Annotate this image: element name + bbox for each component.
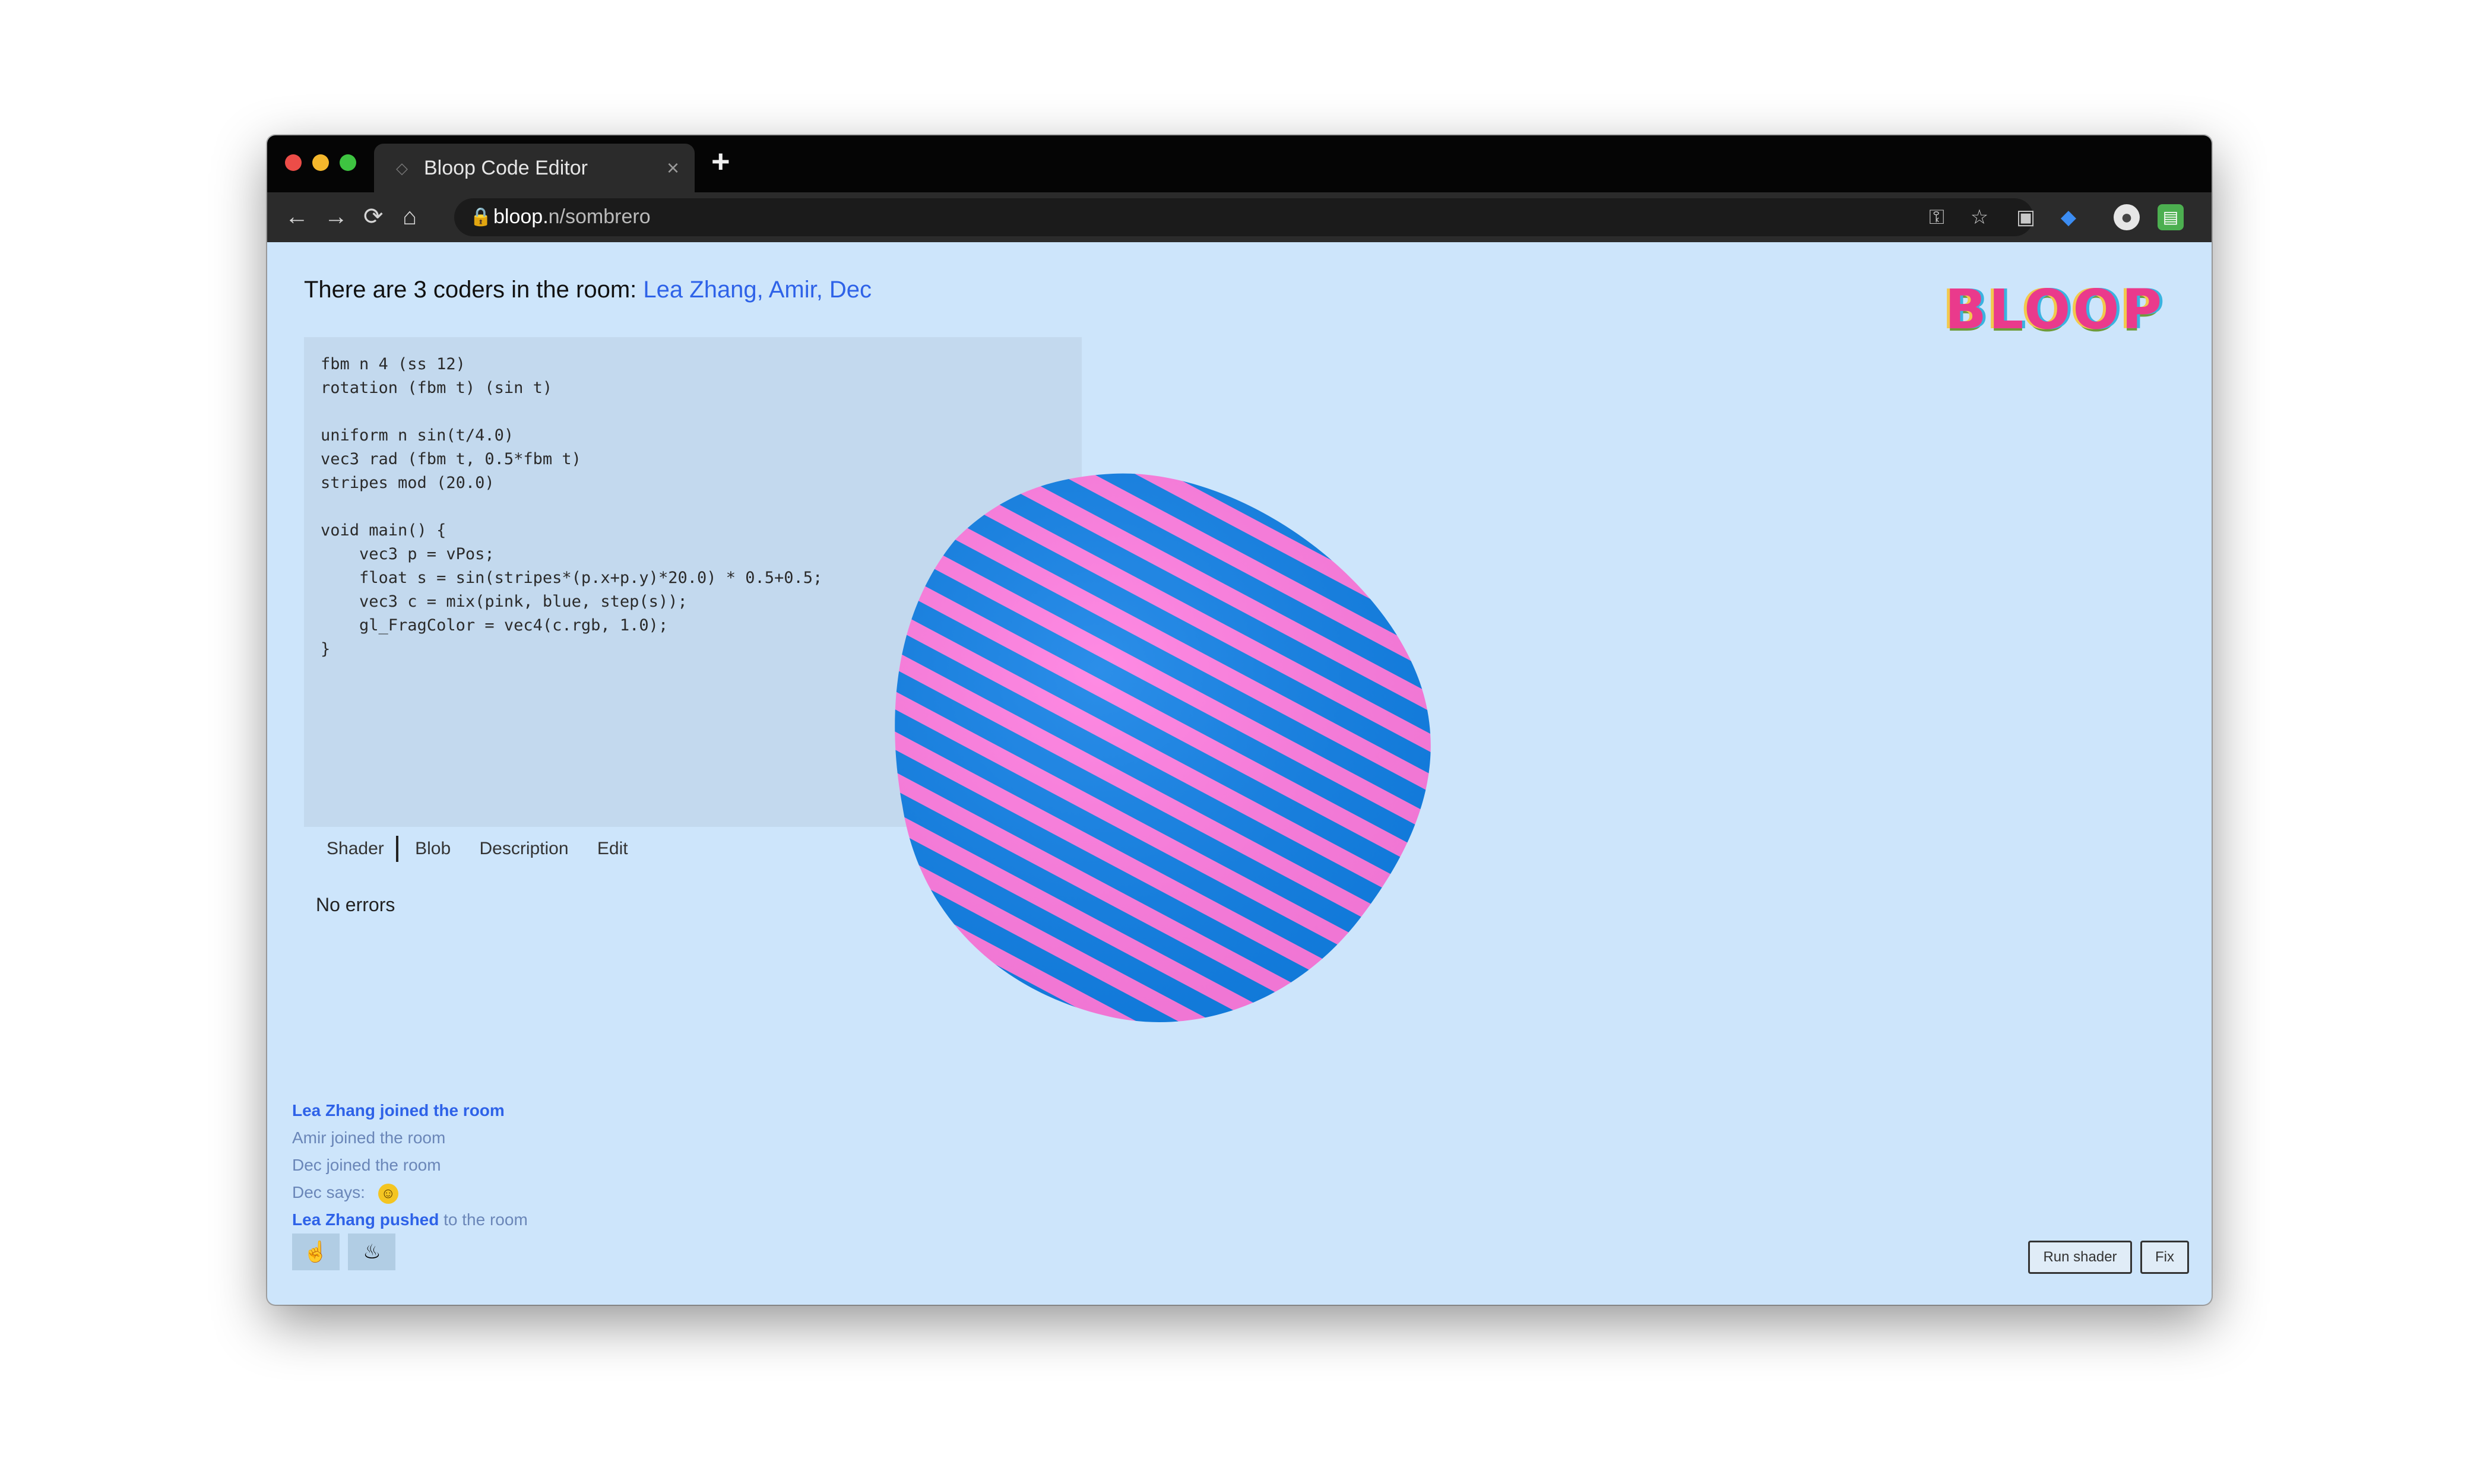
activity-item: Dec says: ☺ [292, 1179, 528, 1206]
bloop-logo: BLOOP [1944, 278, 2164, 341]
event-text: Dec joined the room [292, 1156, 441, 1174]
event-text: Dec says: [292, 1183, 370, 1201]
browser-tab-active[interactable]: ◇ Bloop Code Editor × [374, 144, 695, 192]
lock-icon: 🔒 [470, 207, 492, 227]
new-tab-button[interactable]: + [711, 144, 730, 179]
activity-item: Dec joined the room [292, 1152, 528, 1179]
event-user[interactable]: Lea Zhang [292, 1210, 375, 1229]
tab-shader[interactable]: Shader [315, 836, 398, 862]
striped-blob [895, 473, 1431, 1022]
activity-item: Lea Zhang pushed to the room [292, 1206, 528, 1234]
event-text: Amir joined the room [292, 1128, 446, 1147]
presence-prefix: There are 3 coders in the room: [304, 277, 637, 303]
home-icon[interactable]: ⌂ [403, 202, 417, 232]
fix-button[interactable]: Fix [2140, 1241, 2189, 1274]
activity-feed: Lea Zhang joined the room Amir joined th… [292, 1097, 528, 1234]
tab-bar: ◇ Bloop Code Editor × + [267, 135, 2212, 192]
hand-reaction-button[interactable]: ☝ [292, 1234, 340, 1270]
minimize-window-button[interactable] [312, 154, 329, 171]
green-extension-icon[interactable]: ▤ [2158, 204, 2184, 230]
activity-item: Lea Zhang joined the room [292, 1097, 528, 1124]
event-action: pushed [379, 1210, 439, 1229]
tab-description[interactable]: Description [467, 836, 580, 862]
run-shader-button[interactable]: Run shader [2028, 1241, 2132, 1274]
extension-icon[interactable]: ▣ [2013, 204, 2039, 230]
smiley-emoji-icon: ☺ [378, 1183, 398, 1204]
close-tab-icon[interactable]: × [667, 156, 679, 180]
tab-blob[interactable]: Blob [403, 836, 463, 862]
hot-reaction-button[interactable]: ♨ [348, 1234, 396, 1270]
presence-names-link[interactable]: Lea Zhang, Amir, Dec [643, 277, 872, 303]
url-path: n/sombrero [548, 205, 651, 228]
reaction-bar: ☝ ♨ [292, 1234, 401, 1270]
tab-edit[interactable]: Edit [585, 836, 640, 862]
event-action: joined the room [379, 1101, 505, 1120]
activity-item: Amir joined the room [292, 1124, 528, 1152]
browser-toolbar: ← → ⟳ ⌂ 🔒 bloop.n/sombrero ⚿ ☆ ▣ ◆ ● ▤ [267, 192, 2212, 242]
editor-tabs: Shader Blob Description Edit [315, 836, 640, 864]
page-favicon-icon: ◇ [396, 159, 408, 177]
url-text: bloop.n/sombrero [493, 205, 651, 229]
blob-canvas[interactable] [885, 462, 1502, 1055]
reload-icon[interactable]: ⟳ [363, 202, 384, 232]
key-icon[interactable]: ⚿ [1924, 204, 1950, 230]
maximize-window-button[interactable] [340, 154, 356, 171]
url-host: bloop. [493, 205, 549, 228]
compile-status: No errors [316, 894, 395, 915]
presence-line: There are 3 coders in the room: Lea Zhan… [304, 277, 872, 303]
browser-window: ◇ Bloop Code Editor × + ← → ⟳ ⌂ 🔒 bloop.… [267, 135, 2212, 1305]
profile-avatar-icon[interactable]: ● [2114, 204, 2140, 230]
back-arrow-icon[interactable]: ← [285, 202, 309, 232]
close-window-button[interactable] [285, 154, 302, 171]
event-user[interactable]: Lea Zhang [292, 1101, 375, 1120]
event-rest: to the room [444, 1210, 528, 1229]
shield-extension-icon[interactable]: ◆ [2055, 204, 2082, 230]
tab-title: Bloop Code Editor [424, 157, 588, 179]
address-bar[interactable]: 🔒 bloop.n/sombrero [454, 198, 2033, 236]
bottom-controls: Run shader Fix [2022, 1241, 2189, 1274]
star-icon[interactable]: ☆ [1966, 204, 1992, 230]
forward-arrow-icon[interactable]: → [324, 202, 348, 232]
